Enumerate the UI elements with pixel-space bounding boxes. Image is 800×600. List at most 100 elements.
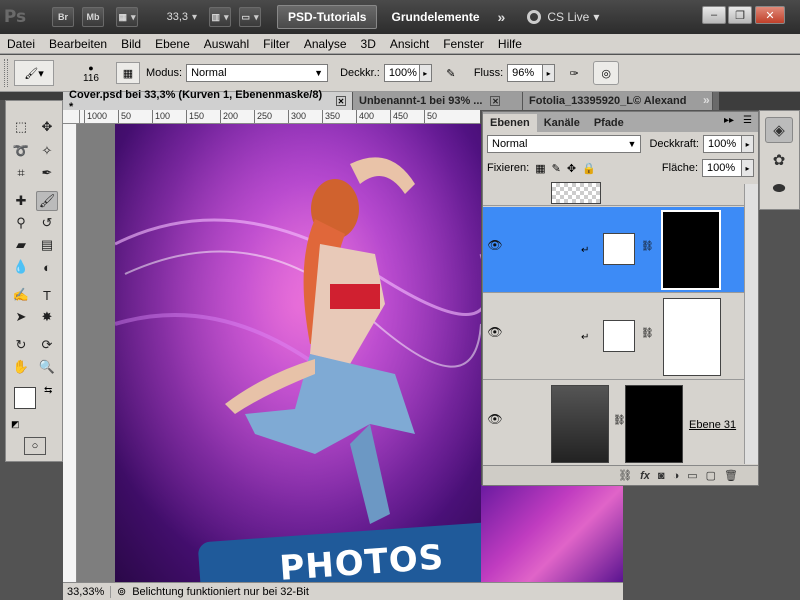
minibridge-button[interactable]: Mb xyxy=(82,7,104,27)
close-icon[interactable]: ✕ xyxy=(490,96,501,106)
add-mask-icon[interactable]: ◙ xyxy=(658,470,665,482)
menu-ansicht[interactable]: Ansicht xyxy=(383,37,436,51)
minimize-button[interactable]: – xyxy=(702,6,726,24)
layer-row-curves-selected[interactable]: 👁 ↵ ⛓ … xyxy=(483,207,758,293)
menu-datei[interactable]: Datei xyxy=(0,37,42,51)
tab-cover-psd[interactable]: Cover.psd bei 33,3% (Kurven 1, Ebenenmas… xyxy=(63,89,353,113)
lock-pixels-icon[interactable]: ✎ xyxy=(552,162,561,175)
layer-mask-thumbnail[interactable] xyxy=(663,298,721,376)
layer-opacity-input[interactable]: 100% xyxy=(702,135,743,153)
pen-tool[interactable]: ✍ xyxy=(10,285,32,305)
layer-opacity-slider-button[interactable]: ▸ xyxy=(742,135,754,153)
fx-icon[interactable]: fx xyxy=(640,470,650,482)
tablet-pressure-button[interactable]: ◎ xyxy=(593,61,620,85)
bridge-button[interactable]: Br xyxy=(52,7,74,27)
airbrush-toggle[interactable]: ✎ xyxy=(440,62,462,84)
eye-icon[interactable]: 👁 xyxy=(483,412,507,426)
options-grip[interactable] xyxy=(4,59,8,87)
channels-dock-button[interactable]: ✿ xyxy=(765,147,793,173)
eyedropper-tool[interactable]: ✒ xyxy=(36,163,58,183)
eye-icon[interactable]: 👁 xyxy=(483,325,507,339)
type-tool[interactable]: T xyxy=(36,285,58,305)
panels-collapse-strip[interactable] xyxy=(719,92,800,110)
close-icon[interactable]: ✕ xyxy=(336,96,346,106)
menu-hilfe[interactable]: Hilfe xyxy=(491,37,529,51)
3d-rotate-tool[interactable]: ↻ xyxy=(10,335,32,355)
layer-mask-thumbnail[interactable] xyxy=(625,385,683,463)
panel-menu-icon[interactable]: ☰ xyxy=(743,115,752,126)
layer-row-ebene-31[interactable]: 👁 ⛓ Ebene 31 xyxy=(483,381,758,465)
screen-mode-button[interactable]: ▭ xyxy=(239,7,262,27)
tab-unbenannt[interactable]: Unbenannt-1 bei 93% ... ✕ xyxy=(353,92,523,110)
link-layers-icon[interactable]: ⛓ xyxy=(618,469,632,482)
modus-select[interactable]: Normal ▼ xyxy=(186,64,329,82)
layers-dock-button[interactable]: ◈ xyxy=(765,117,793,143)
status-zoom[interactable]: 33,33% xyxy=(63,585,111,598)
history-brush-tool[interactable]: ↺ xyxy=(36,213,58,233)
clone-stamp-tool[interactable]: ⚲ xyxy=(10,213,32,233)
tab-fotolia[interactable]: Fotolia_13395920_L© Alexand xyxy=(523,92,713,110)
extras-dropdown[interactable]: ▦ xyxy=(116,7,138,27)
flow-input[interactable]: 96% xyxy=(507,64,544,82)
horizontal-ruler[interactable]: 1000 50 100 150 200 250 300 350 400 450 … xyxy=(80,110,480,124)
new-layer-icon[interactable]: ▢ xyxy=(706,469,716,482)
path-selection-tool[interactable]: ➤ xyxy=(10,307,32,327)
canvas-right-edge[interactable] xyxy=(481,485,623,582)
link-icon[interactable]: ⛓ xyxy=(641,328,654,339)
fill-slider-button[interactable]: ▸ xyxy=(742,159,754,177)
status-menu-icon[interactable]: ⊚ xyxy=(117,585,126,598)
menu-ebene[interactable]: Ebene xyxy=(148,37,197,51)
layer-name[interactable]: Ebene 31 xyxy=(689,419,736,431)
blend-mode-select[interactable]: Normal ▼ xyxy=(487,135,642,153)
airbrush-mode-button[interactable]: ✑ xyxy=(563,62,585,84)
menu-fenster[interactable]: Fenster xyxy=(436,37,491,51)
menu-3d[interactable]: 3D xyxy=(354,37,383,51)
workspace-grundelemente[interactable]: Grundelemente xyxy=(391,10,479,24)
new-group-icon[interactable]: ▭ xyxy=(687,469,697,482)
crop-tool[interactable]: ⌗ xyxy=(10,163,32,183)
3d-orbit-tool[interactable]: ⟳ xyxy=(36,335,58,355)
tools-collapse-strip[interactable] xyxy=(0,92,63,100)
default-colors-icon[interactable]: ◩ xyxy=(11,419,20,430)
menu-analyse[interactable]: Analyse xyxy=(297,37,354,51)
ruler-origin[interactable] xyxy=(63,110,80,124)
hand-tool[interactable]: ✋ xyxy=(10,357,32,377)
document-canvas[interactable]: PHOTOS xyxy=(115,124,481,582)
lock-transparency-icon[interactable]: ▦ xyxy=(535,162,545,175)
vertical-ruler[interactable] xyxy=(63,124,77,582)
gradient-tool[interactable]: ▤ xyxy=(36,235,58,255)
layer-row-levels[interactable]: 👁 ↵ ⛓ … xyxy=(483,294,758,380)
tab-ebenen[interactable]: Ebenen xyxy=(483,114,537,132)
opacity-slider-button[interactable]: ▸ xyxy=(419,64,432,82)
tab-kanaele[interactable]: Kanäle xyxy=(537,114,587,132)
restore-button[interactable]: ❐ xyxy=(728,6,752,24)
move-tool[interactable]: ✥ xyxy=(36,117,58,137)
menu-bearbeiten[interactable]: Bearbeiten xyxy=(42,37,114,51)
brush-tool[interactable]: 🖌 xyxy=(36,191,58,211)
lasso-tool[interactable]: ➰ xyxy=(10,141,32,161)
tabs-overflow-button[interactable]: » xyxy=(703,93,710,107)
tool-preset-picker[interactable]: 🖌▾ xyxy=(14,60,54,86)
blur-tool[interactable]: 💧 xyxy=(10,257,32,277)
layer-mask-thumbnail[interactable] xyxy=(661,210,721,290)
adjustment-layer-icon[interactable]: ◑ xyxy=(673,470,680,482)
workspace-psd-tutorials[interactable]: PSD-Tutorials xyxy=(277,5,378,29)
menu-auswahl[interactable]: Auswahl xyxy=(197,37,256,51)
eraser-tool[interactable]: ▰ xyxy=(10,235,32,255)
flow-slider-button[interactable]: ▸ xyxy=(543,64,556,82)
lock-position-icon[interactable]: ✥ xyxy=(567,162,576,175)
quick-select-tool[interactable]: ✧ xyxy=(36,141,58,161)
panel-collapse-button[interactable]: ▸▸ xyxy=(724,115,734,126)
shape-tool[interactable]: ✸ xyxy=(36,307,58,327)
link-icon[interactable]: ⛓ xyxy=(641,241,654,252)
close-button[interactable]: ✕ xyxy=(755,6,785,24)
trash-icon[interactable]: 🗑 xyxy=(724,469,738,482)
cs-live-button[interactable]: CS Live ▾ xyxy=(527,10,599,24)
opacity-input[interactable]: 100% xyxy=(383,64,420,82)
layer-row[interactable] xyxy=(483,182,758,206)
healing-tool[interactable]: ✚ xyxy=(10,191,32,211)
eye-icon[interactable]: 👁 xyxy=(483,238,507,252)
zoom-level[interactable]: 33,3 xyxy=(154,11,188,23)
brush-picker[interactable]: ● 116 xyxy=(66,63,116,84)
menu-filter[interactable]: Filter xyxy=(256,37,297,51)
